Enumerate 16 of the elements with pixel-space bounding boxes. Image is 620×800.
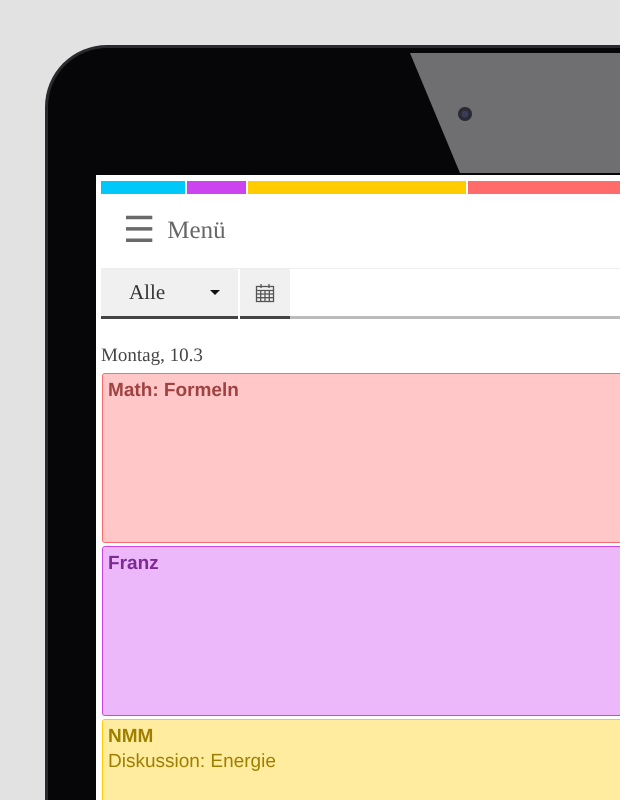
menu-icon: ☰ bbox=[123, 213, 156, 249]
filter-dropdown[interactable]: Alle bbox=[101, 269, 238, 319]
caret-icon bbox=[210, 290, 220, 296]
event-title: Franz bbox=[108, 553, 160, 575]
calendar-button[interactable] bbox=[240, 269, 290, 319]
camera-lens bbox=[457, 106, 473, 122]
event-title: NMM bbox=[108, 726, 154, 748]
event-detail: Diskussion: Energie bbox=[108, 751, 277, 773]
event-title: Math: Formeln bbox=[108, 380, 240, 402]
event-card[interactable]: Franz bbox=[102, 546, 620, 716]
menu-button[interactable]: ☰ Menü bbox=[101, 213, 226, 249]
event-card[interactable]: NMM Diskussion: Energie bbox=[102, 719, 620, 800]
calendar-icon bbox=[255, 282, 275, 302]
event-card[interactable]: Math: Formeln bbox=[102, 373, 620, 543]
day-heading: Montag, 10.3 bbox=[101, 344, 204, 368]
menu-label: Menü bbox=[167, 217, 226, 245]
